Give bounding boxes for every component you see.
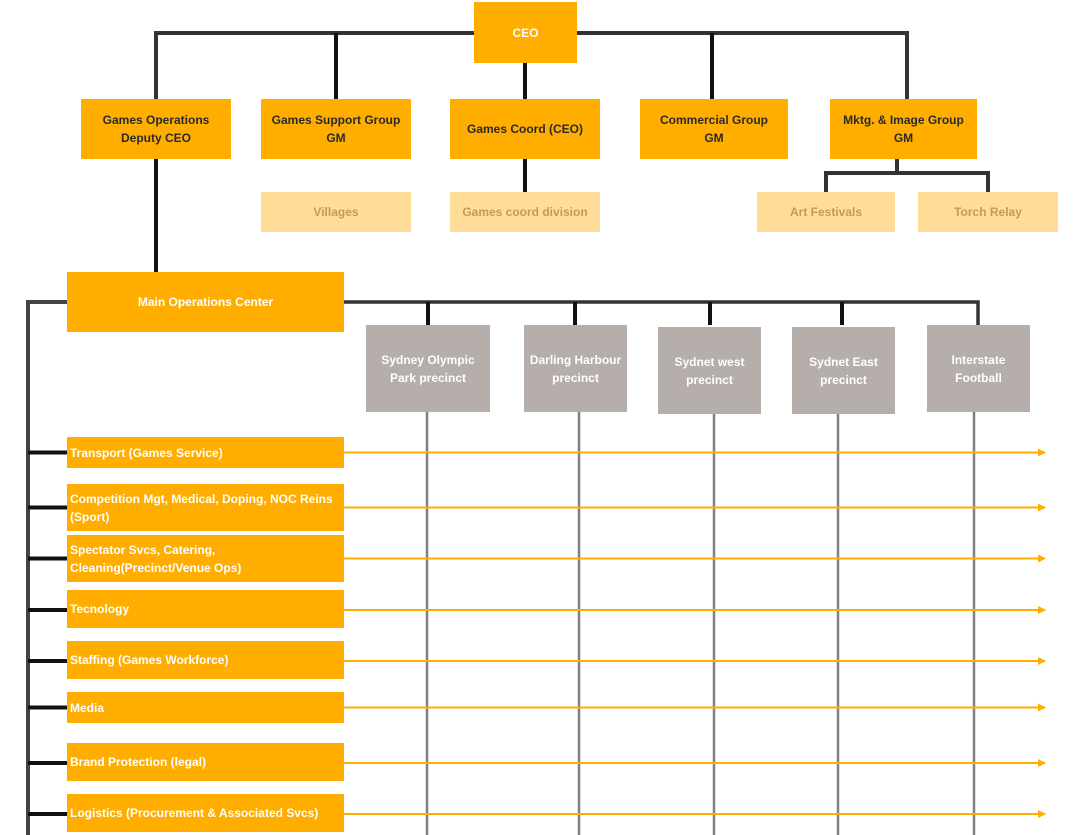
connector-precinct-drops — [426, 302, 844, 325]
function-box[interactable]: Brand Protection (legal) — [67, 743, 344, 781]
group-mktg-image[interactable]: Mktg. & Image Group GM — [830, 99, 977, 159]
connector-ceo-right — [577, 31, 909, 99]
group-label: Games Coord (CEO) — [466, 122, 583, 136]
group-commercial[interactable]: Commercial Group GM — [640, 99, 788, 159]
function-box[interactable]: Transport (Games Service) — [67, 437, 344, 468]
group-label: Mktg. & Image Group GM — [843, 113, 964, 145]
ceo-label: CEO — [512, 25, 539, 40]
precinct-lines — [425, 412, 976, 835]
precinct-label: Interstate Football — [951, 352, 1006, 385]
function-ticks — [28, 450, 67, 816]
precinct-box[interactable]: Sydnet west precinct — [658, 327, 761, 414]
function-label: Spectator Svcs, Catering, Cleaning(Preci… — [70, 542, 242, 575]
function-box[interactable]: Media — [67, 692, 344, 723]
org-chart-diagram: CEO Games Operations Deputy CEO Games Su… — [0, 0, 1086, 835]
connector-mainops-precincts — [344, 300, 980, 325]
group-label: Commercial Group GM — [659, 113, 769, 145]
group-games-operations[interactable]: Games Operations Deputy CEO — [81, 99, 231, 159]
group-games-coord[interactable]: Games Coord (CEO) — [450, 99, 600, 159]
precinct-box[interactable]: Darling Harbour precinct — [524, 325, 627, 412]
function-label: Staffing (Games Workforce) — [70, 653, 229, 667]
connector-ceo-left — [154, 31, 474, 99]
ceo-box[interactable]: CEO — [474, 2, 577, 63]
sub-torch-relay[interactable]: Torch Relay — [918, 192, 1058, 232]
function-label: Transport (Games Service) — [70, 445, 223, 460]
precinct-label: Sydnet East precinct — [809, 354, 878, 387]
main-operations-center[interactable]: Main Operations Center — [67, 272, 344, 332]
sub-villages[interactable]: Villages — [261, 192, 411, 232]
precinct-label: Sydney Olympic Park precinct — [381, 352, 475, 385]
function-box[interactable]: Staffing (Games Workforce) — [67, 641, 344, 679]
function-label: Brand Protection (legal) — [70, 755, 207, 769]
group-label: Games Operations Deputy CEO — [102, 113, 210, 145]
connector-mktg-children — [824, 159, 990, 192]
function-label: Media — [70, 700, 105, 715]
group-label: Games Support Group GM — [271, 113, 401, 145]
sub-unit-label: Games coord division — [462, 205, 588, 219]
sub-art-festivals[interactable]: Art Festivals — [757, 192, 895, 232]
function-arrows — [344, 448, 1046, 818]
function-label: Logistics (Procurement & Associated Svcs… — [70, 806, 319, 820]
precinct-label: Sydnet west precinct — [674, 354, 745, 387]
connector-left-spine — [26, 300, 67, 835]
sub-unit-label: Villages — [313, 205, 359, 219]
precinct-box[interactable]: Sydney Olympic Park precinct — [366, 325, 490, 412]
sub-unit-label: Torch Relay — [954, 205, 1022, 219]
function-box[interactable]: Spectator Svcs, Catering, Cleaning(Preci… — [67, 535, 344, 582]
function-box[interactable]: Tecnology — [67, 590, 344, 628]
sub-games-coord-division[interactable]: Games coord division — [450, 192, 600, 232]
function-box[interactable]: Logistics (Procurement & Associated Svcs… — [67, 794, 344, 832]
group-games-support[interactable]: Games Support Group GM — [261, 99, 411, 159]
function-box[interactable]: Competition Mgt, Medical, Doping, NOC Re… — [67, 484, 344, 531]
precinct-box[interactable]: Interstate Football — [927, 325, 1030, 412]
function-label: Competition Mgt, Medical, Doping, NOC Re… — [70, 491, 333, 524]
precinct-label: Darling Harbour precinct — [529, 352, 622, 385]
precinct-box[interactable]: Sydnet East precinct — [792, 327, 895, 414]
main-operations-label: Main Operations Center — [137, 295, 274, 309]
sub-unit-label: Art Festivals — [789, 205, 863, 219]
function-label: Tecnology — [70, 602, 130, 616]
